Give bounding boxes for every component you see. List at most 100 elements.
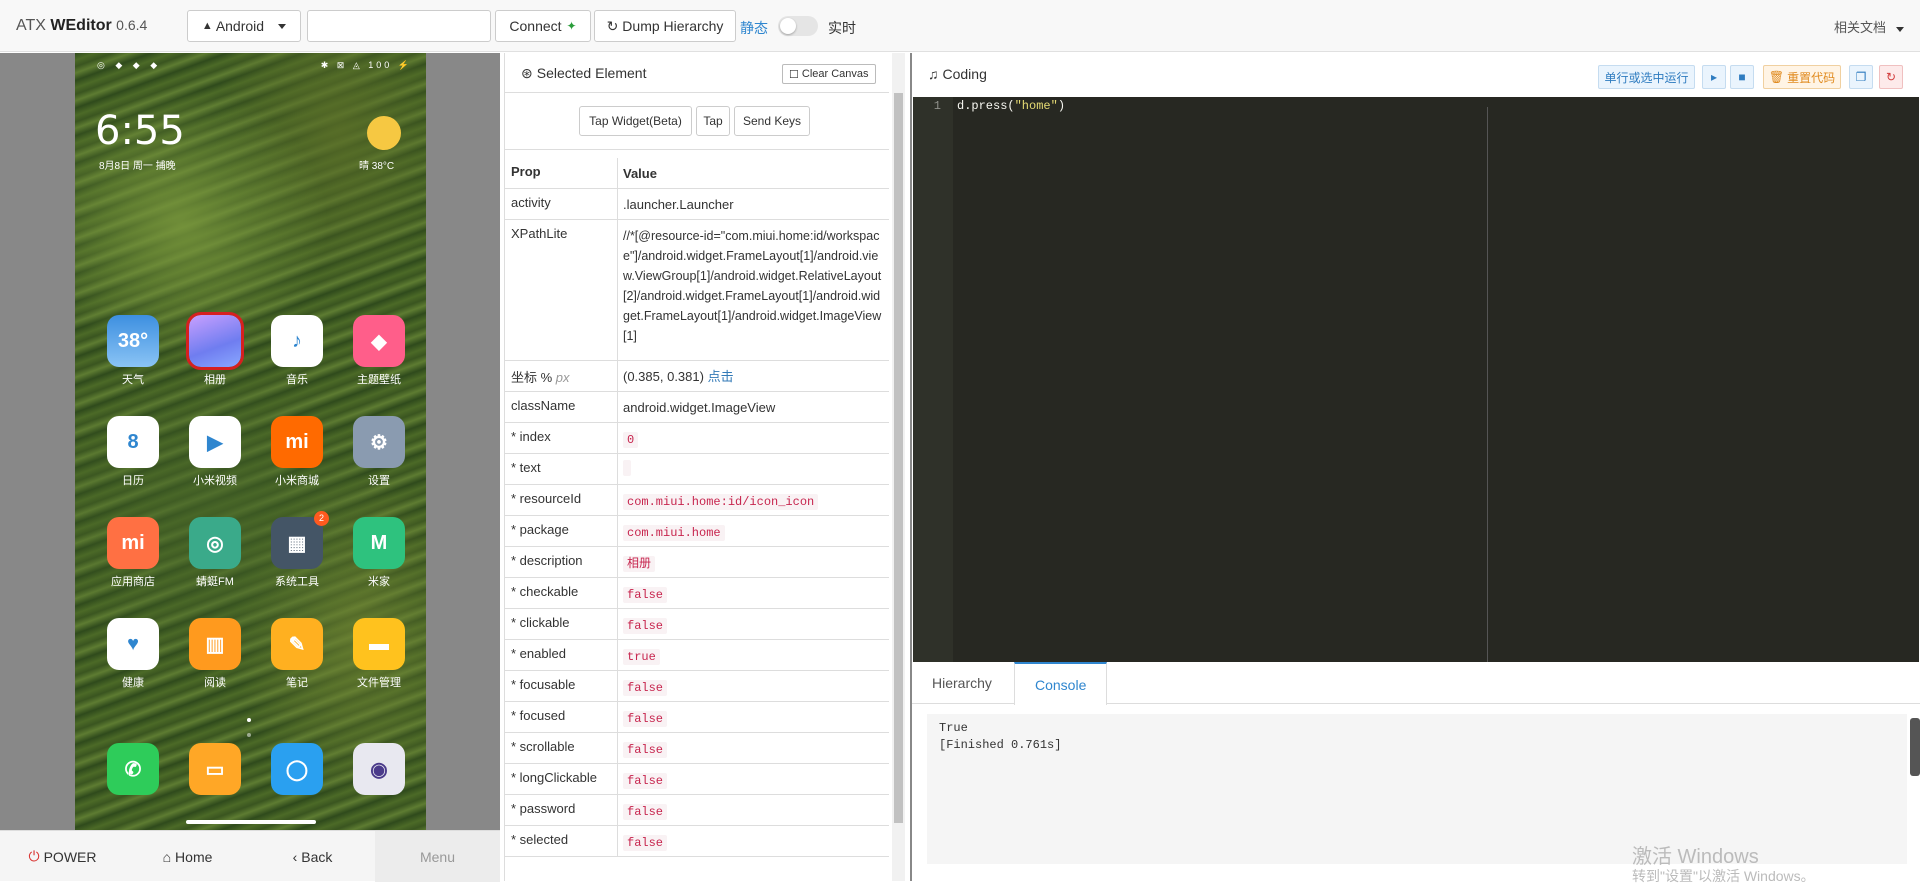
app-launcher[interactable]: 相册 — [185, 312, 245, 387]
coord-unit[interactable]: px — [556, 370, 570, 385]
device-input[interactable] — [307, 10, 491, 42]
dock-app[interactable]: ✆ — [103, 743, 163, 795]
prop-value-code[interactable]: false — [623, 618, 668, 634]
stop-button[interactable]: ■ — [1730, 65, 1754, 89]
prop-value-xpath[interactable]: //*[@resource-id="com.miui.home:id/works… — [618, 220, 889, 360]
platform-select-value: Android — [215, 18, 265, 34]
prop-value-code[interactable]: com.miui.home:id/icon_icon — [623, 494, 819, 510]
phone-screen[interactable]: ◎ ◆ ◆ ◆ ✱ ⊠ ◬ 100 ⚡ 6:55 8月8日 周一 捕晚 晴 38… — [75, 53, 426, 830]
prop-value: false — [618, 764, 889, 794]
app-launcher[interactable]: ▬ 文件管理 — [349, 618, 409, 690]
power-button[interactable]: ⏻ POWER — [0, 831, 125, 882]
properties-table: Prop Value activity .launcher.Launcher X… — [505, 158, 889, 857]
prop-value-code[interactable]: false — [623, 773, 668, 789]
header-prop: Prop — [505, 158, 618, 188]
trash-icon: 🗑 — [1768, 70, 1785, 84]
app-launcher[interactable]: ⚙ 设置 — [349, 416, 409, 488]
clear-canvas-button[interactable]: ☐ Clear Canvas — [782, 64, 876, 84]
settings-app-icon: ⚙ — [353, 416, 405, 468]
app-launcher[interactable]: 38° 天气 — [103, 315, 163, 387]
run-selection-button[interactable]: 单行或选中运行 — [1598, 65, 1695, 89]
home-button[interactable]: ⌂ Home — [125, 831, 250, 882]
dock-app[interactable]: ▭ — [185, 743, 245, 795]
table-row: activity .launcher.Launcher — [505, 189, 889, 220]
line-number: 1 — [933, 99, 941, 113]
prop-key: XPathLite — [505, 220, 618, 360]
copy-icon: ❐ — [1855, 70, 1867, 84]
prop-value-code[interactable]: 0 — [623, 432, 639, 448]
table-row: * checkable false — [505, 578, 889, 609]
app-launcher[interactable]: ▥ 阅读 — [185, 618, 245, 690]
code-editor[interactable]: 1 d.press("home") — [913, 97, 1919, 662]
dock-app[interactable]: ◯ — [267, 743, 327, 795]
realtime-label[interactable]: 实时 — [828, 18, 856, 38]
app-launcher[interactable]: M 米家 — [349, 517, 409, 589]
app-launcher[interactable]: ♪ 音乐 — [267, 315, 327, 387]
app-launcher[interactable]: 8 日历 — [103, 416, 163, 488]
realtime-toggle[interactable] — [778, 16, 818, 36]
prop-value-code[interactable]: com.miui.home — [623, 525, 725, 541]
connect-label: Connect — [509, 18, 562, 34]
dock-app[interactable]: ◉ — [349, 743, 409, 795]
prop-value-code[interactable]: 相册 — [623, 556, 656, 572]
power-icon: ⏻ — [28, 848, 40, 864]
restart-button[interactable]: ↻ — [1879, 65, 1903, 89]
prop-value-code[interactable]: false — [623, 587, 668, 603]
tab-hierarchy[interactable]: Hierarchy — [912, 662, 1012, 704]
tap-button[interactable]: Tap — [696, 106, 730, 136]
app-label: 日历 — [122, 475, 144, 487]
prop-value-code[interactable]: true — [623, 649, 660, 665]
prop-value-code[interactable] — [623, 460, 631, 476]
prop-key: * password — [505, 795, 618, 825]
app-label: 文件管理 — [357, 677, 401, 689]
app-label: 小米商城 — [275, 475, 319, 487]
phone-buttons: ⏻ POWER ⌂ Home ‹ Back Menu — [0, 830, 500, 882]
dump-hierarchy-button[interactable]: ↻ Dump Hierarchy — [594, 10, 736, 42]
tab-console[interactable]: Console — [1014, 662, 1108, 705]
table-header: Prop Value — [505, 158, 889, 189]
reset-code-button[interactable]: 🗑 重置代码 — [1763, 65, 1841, 89]
prop-key: * checkable — [505, 578, 618, 608]
scrollbar-thumb[interactable] — [894, 93, 903, 823]
prop-value-code[interactable]: false — [623, 680, 668, 696]
prop-key: * clickable — [505, 609, 618, 639]
platform-select[interactable]: ▲ Android — [187, 10, 301, 42]
prop-value-code[interactable]: false — [623, 835, 668, 851]
prop-value-code[interactable]: false — [623, 804, 668, 820]
app-launcher[interactable]: ◎ 蜻蜓FM — [185, 517, 245, 589]
static-label[interactable]: 静态 — [740, 18, 768, 38]
tap-widget-button[interactable]: Tap Widget(Beta) — [579, 106, 692, 136]
inspector-scrollbar[interactable] — [892, 53, 905, 881]
app-launcher[interactable]: ◆ 主题壁纸 — [349, 315, 409, 387]
fm-app-icon: ◎ — [189, 517, 241, 569]
app-launcher[interactable]: ♥ 健康 — [103, 618, 163, 690]
app-launcher[interactable]: mi 小米商城 — [267, 416, 327, 488]
app-launcher[interactable]: mi 应用商店 — [103, 517, 163, 589]
music-app-icon: ♪ — [271, 315, 323, 367]
sun-icon — [367, 116, 401, 150]
docs-dropdown[interactable]: 相关文档 — [1834, 17, 1904, 36]
app-label: 系统工具 — [275, 576, 319, 588]
status-left-icons: ◎ ◆ ◆ ◆ — [97, 60, 162, 70]
app-launcher[interactable]: ✎ 笔记 — [267, 618, 327, 690]
app-launcher[interactable]: ▶ 小米视频 — [185, 416, 245, 488]
app-label: 健康 — [122, 677, 144, 689]
copy-button[interactable]: ❐ — [1849, 65, 1873, 89]
back-button[interactable]: ‹ Back — [250, 831, 375, 882]
bottom-tabs: Hierarchy Console — [912, 662, 1920, 705]
print-margin — [1487, 107, 1488, 662]
calendar-app-icon: 8 — [107, 416, 159, 468]
home-icon: ⌂ — [162, 848, 172, 865]
windows-watermark-sub: 转到"设置"以激活 Windows。 — [1632, 868, 1815, 884]
app-launcher[interactable]: ▦ 2 系统工具 — [267, 511, 329, 589]
run-button[interactable]: ▸ — [1702, 65, 1726, 89]
coord-click-link[interactable]: 点击 — [708, 369, 734, 384]
prop-value-code[interactable]: false — [623, 742, 668, 758]
menu-button[interactable]: Menu — [375, 831, 500, 882]
code-line[interactable]: d.press("home") — [957, 99, 1065, 113]
send-keys-button[interactable]: Send Keys — [734, 106, 810, 136]
app-label: 蜻蜓FM — [196, 576, 234, 588]
app-label: 笔记 — [286, 677, 308, 689]
connect-button[interactable]: Connect ✦ — [495, 10, 591, 42]
prop-value-code[interactable]: false — [623, 711, 668, 727]
